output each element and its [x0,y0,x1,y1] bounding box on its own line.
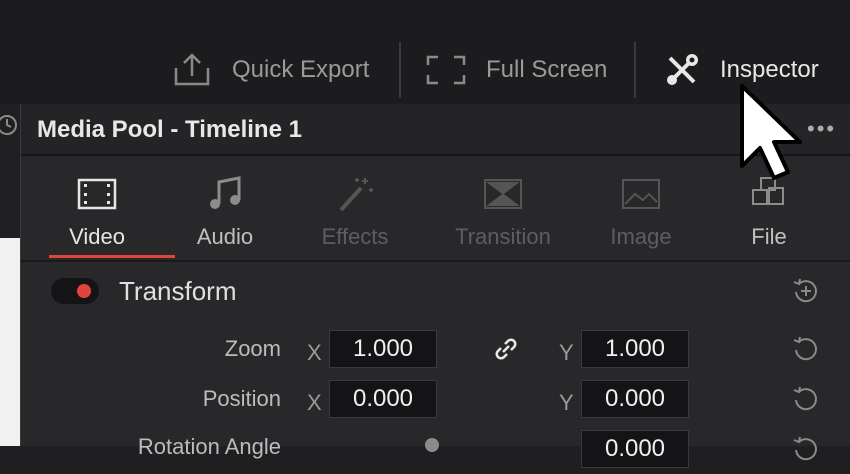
position-row: Position X 0.000 Y 0.000 [21,380,850,424]
tab-file-label: File [751,224,787,249]
wrench-screwdriver-icon [667,54,698,85]
rotation-reset-icon[interactable] [791,434,821,464]
clock-icon[interactable] [0,114,18,136]
zoom-label: Zoom [224,336,281,361]
tab-transition[interactable]: Transition [439,156,567,260]
position-reset-icon[interactable] [791,384,821,414]
tab-image[interactable]: Image [577,156,705,260]
position-y-field[interactable]: 0.000 [581,380,689,418]
rotation-field[interactable]: 0.000 [581,430,689,468]
viewer-edge [0,238,20,446]
tab-transition-label: Transition [455,224,551,249]
full-screen-button[interactable]: Full Screen [426,44,607,96]
zoom-x-field[interactable]: 1.000 [329,330,437,368]
quick-export-label: Quick Export [232,56,370,83]
quick-export-button[interactable]: Quick Export [172,44,369,96]
inspector-label: Inspector [720,56,819,83]
toolbar-divider [399,42,401,98]
section-reset-icon[interactable] [791,276,821,306]
position-label: Position [202,386,281,411]
transform-toggle[interactable] [51,278,99,304]
tab-audio[interactable]: Audio [161,156,289,260]
zoom-row: Zoom X 1.000 Y 1.000 [21,330,850,374]
rotation-slider-handle[interactable] [425,438,439,452]
tab-audio-label: Audio [196,224,254,249]
tab-video[interactable]: Video [33,156,161,260]
rotation-label: Rotation Angle [137,434,281,459]
inspector-tabs: Video Audio Effects Transition Image Fil… [21,156,850,262]
top-toolbar: Quick Export Full Screen Inspector [0,0,850,104]
film-strip-icon [77,178,117,210]
tab-video-label: Video [69,224,125,249]
active-tab-indicator [49,255,175,258]
transform-section-header: Transform [21,262,850,322]
tab-image-label: Image [610,224,672,249]
fullscreen-frame-icon [426,55,466,85]
music-note-icon [210,176,241,209]
panel-header: Media Pool - Timeline 1 ••• [21,104,850,156]
position-y-axis: Y [559,390,574,415]
section-title: Transform [119,276,237,306]
link-icon[interactable] [493,336,519,362]
mouse-pointer-icon [740,84,802,180]
zoom-x-axis: X [307,340,322,365]
inspector-panel: Media Pool - Timeline 1 ••• Video Audio … [20,104,850,468]
tab-effects[interactable]: Effects [291,156,419,260]
panel-title: Media Pool - Timeline 1 [37,116,302,143]
toggle-indicator [77,284,91,298]
zoom-y-axis: Y [559,340,574,365]
image-icon [622,179,660,209]
upload-tray-icon [174,53,210,86]
position-x-axis: X [307,390,322,415]
zoom-y-field[interactable]: 1.000 [581,330,689,368]
position-x-field[interactable]: 0.000 [329,380,437,418]
magic-wand-icon [339,178,373,212]
rotation-row: Rotation Angle 0.000 [21,430,850,474]
transition-icon [484,179,522,209]
tab-effects-label: Effects [321,224,389,249]
zoom-reset-icon[interactable] [791,334,821,364]
full-screen-label: Full Screen [486,56,608,83]
toolbar-divider [634,42,636,98]
